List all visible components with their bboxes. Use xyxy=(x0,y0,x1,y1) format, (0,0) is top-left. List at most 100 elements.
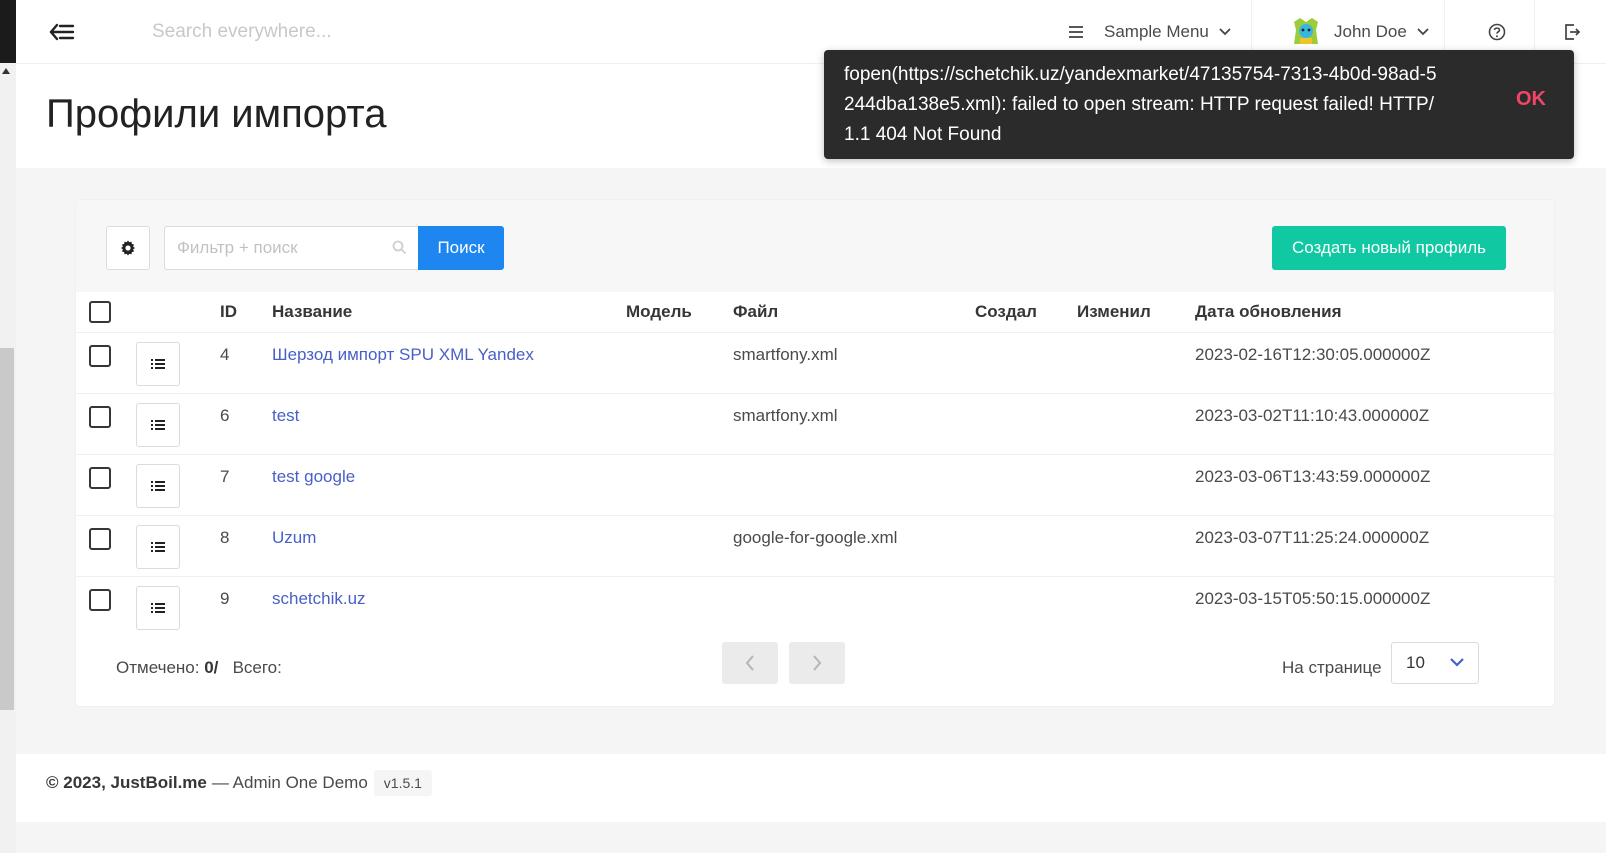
list-icon xyxy=(151,358,165,369)
sample-menu-label: Sample Menu xyxy=(1104,22,1209,41)
row-checkbox[interactable] xyxy=(89,527,111,550)
select-all-checkbox[interactable] xyxy=(89,300,111,323)
table-row: 4 Шерзод импорт SPU XML Yandex smartfony… xyxy=(76,331,1554,393)
cell-file: smartfony.xml xyxy=(733,392,975,454)
per-page-select[interactable]: 10 xyxy=(1391,642,1479,684)
cell-updated-at: 2023-03-07T11:25:24.000000Z xyxy=(1195,514,1554,576)
scrollbar-thumb[interactable] xyxy=(0,348,14,710)
row-checkbox[interactable] xyxy=(89,405,111,428)
header-file[interactable]: Файл xyxy=(733,292,975,332)
search-button[interactable]: Поиск xyxy=(418,226,504,270)
page-footer: © 2023, JustBoil.me — Admin One Demo v1.… xyxy=(16,754,1606,822)
cell-changed-by xyxy=(1077,514,1195,576)
error-toast: fopen(https://schetchik.uz/yandexmarket/… xyxy=(824,50,1574,159)
profile-name-link[interactable]: Uzum xyxy=(272,528,316,547)
cell-changed-by xyxy=(1077,575,1195,637)
cell-created-by xyxy=(975,514,1077,576)
table-footer: Отмечено: 0/ Всего: На странице 10 xyxy=(76,632,1554,704)
cell-model xyxy=(626,331,733,393)
cell-changed-by xyxy=(1077,331,1195,393)
profile-name-link[interactable]: schetchik.uz xyxy=(272,589,366,608)
total-label: Всего: xyxy=(232,658,282,677)
cell-updated-at: 2023-03-06T13:43:59.000000Z xyxy=(1195,453,1554,515)
settings-button[interactable] xyxy=(106,226,150,270)
toast-ok-button[interactable]: OK xyxy=(1516,88,1546,111)
cell-changed-by xyxy=(1077,392,1195,454)
table-header-row: ID Название Модель Файл Создал Изменил Д… xyxy=(76,292,1554,332)
per-page-label: На странице xyxy=(1282,658,1382,677)
profiles-table: ID Название Модель Файл Создал Изменил Д… xyxy=(76,292,1554,637)
cell-file xyxy=(733,575,975,637)
toast-message: fopen(https://schetchik.uz/yandexmarket/… xyxy=(844,64,1437,145)
prev-page-button[interactable] xyxy=(722,642,778,684)
page-title: Профили импорта xyxy=(46,92,387,136)
row-checkbox[interactable] xyxy=(89,466,111,489)
cell-changed-by xyxy=(1077,453,1195,515)
footer-product: — Admin One Demo xyxy=(211,773,368,792)
cell-model xyxy=(626,453,733,515)
search-icon xyxy=(392,240,407,255)
list-icon xyxy=(151,602,165,613)
row-checkbox[interactable] xyxy=(89,344,111,367)
footer-copyright: © 2023, JustBoil.me xyxy=(46,773,207,792)
checked-value: 0/ xyxy=(204,658,219,677)
selection-summary: Отмечено: 0/ Всего: xyxy=(116,658,282,678)
profile-name-link[interactable]: test google xyxy=(272,467,355,486)
header-id: ID xyxy=(220,301,237,321)
sidebar-toggle-button[interactable] xyxy=(46,18,78,46)
cell-model xyxy=(626,392,733,454)
row-actions-button[interactable] xyxy=(136,524,180,569)
list-icon xyxy=(151,541,165,552)
row-actions-button[interactable] xyxy=(136,463,180,508)
header-changed-by[interactable]: Изменил xyxy=(1077,292,1195,332)
cell-id: 8 xyxy=(220,514,272,576)
version-tag: v1.5.1 xyxy=(373,770,432,796)
checked-label: Отмечено: xyxy=(116,658,200,677)
table-row: 9 schetchik.uz 2023-03-15T05:50:15.00000… xyxy=(76,575,1554,637)
per-page-value: 10 xyxy=(1406,653,1425,672)
header-name[interactable]: Название xyxy=(272,292,626,332)
chevron-down-icon xyxy=(1417,28,1429,36)
row-actions-button[interactable] xyxy=(136,585,180,630)
cell-created-by xyxy=(975,575,1077,637)
header-created-by[interactable]: Создал xyxy=(975,292,1077,332)
left-strip-dark xyxy=(0,0,16,63)
create-profile-button[interactable]: Создать новый профиль xyxy=(1272,226,1506,270)
row-actions-button[interactable] xyxy=(136,341,180,386)
left-scroll-strip xyxy=(0,0,16,853)
cell-created-by xyxy=(975,331,1077,393)
row-actions-button[interactable] xyxy=(136,402,180,447)
cell-file xyxy=(733,453,975,515)
table-toolbar: Поиск Создать новый профиль xyxy=(76,200,1554,292)
avatar xyxy=(1290,16,1322,48)
cell-id: 9 xyxy=(220,575,272,637)
chevron-down-icon xyxy=(1450,658,1464,667)
cell-id: 6 xyxy=(220,392,272,454)
header-model[interactable]: Модель xyxy=(626,292,733,332)
list-icon xyxy=(151,480,165,491)
chevron-left-icon xyxy=(745,655,754,671)
profile-name-link[interactable]: test xyxy=(272,406,299,425)
cell-model xyxy=(626,575,733,637)
table-row: 8 Uzum google-for-google.xml 2023-03-07T… xyxy=(76,514,1554,576)
import-profiles-card: Поиск Создать новый профиль ID Название … xyxy=(76,200,1554,706)
cell-updated-at: 2023-03-02T11:10:43.000000Z xyxy=(1195,392,1554,454)
gear-icon xyxy=(121,240,135,256)
footer-text: © 2023, JustBoil.me — Admin One Demo v1.… xyxy=(46,770,432,796)
filter-field xyxy=(164,226,420,270)
next-page-button[interactable] xyxy=(789,642,845,684)
cell-file: google-for-google.xml xyxy=(733,514,975,576)
cell-id: 4 xyxy=(220,331,272,393)
profile-name-link[interactable]: Шерзод импорт SPU XML Yandex xyxy=(272,345,534,364)
global-search-input[interactable] xyxy=(152,14,572,50)
list-icon xyxy=(151,419,165,430)
row-checkbox[interactable] xyxy=(89,588,111,611)
chevron-right-icon xyxy=(813,655,822,671)
table-row: 6 test smartfony.xml 2023-03-02T11:10:43… xyxy=(76,392,1554,454)
scroll-up-arrow[interactable] xyxy=(2,68,10,74)
cell-created-by xyxy=(975,392,1077,454)
header-updated-at[interactable]: Дата обновления xyxy=(1195,292,1554,332)
filter-search-input[interactable] xyxy=(177,227,387,269)
cell-updated-at: 2023-03-15T05:50:15.000000Z xyxy=(1195,575,1554,637)
user-name: John Doe xyxy=(1334,22,1407,41)
